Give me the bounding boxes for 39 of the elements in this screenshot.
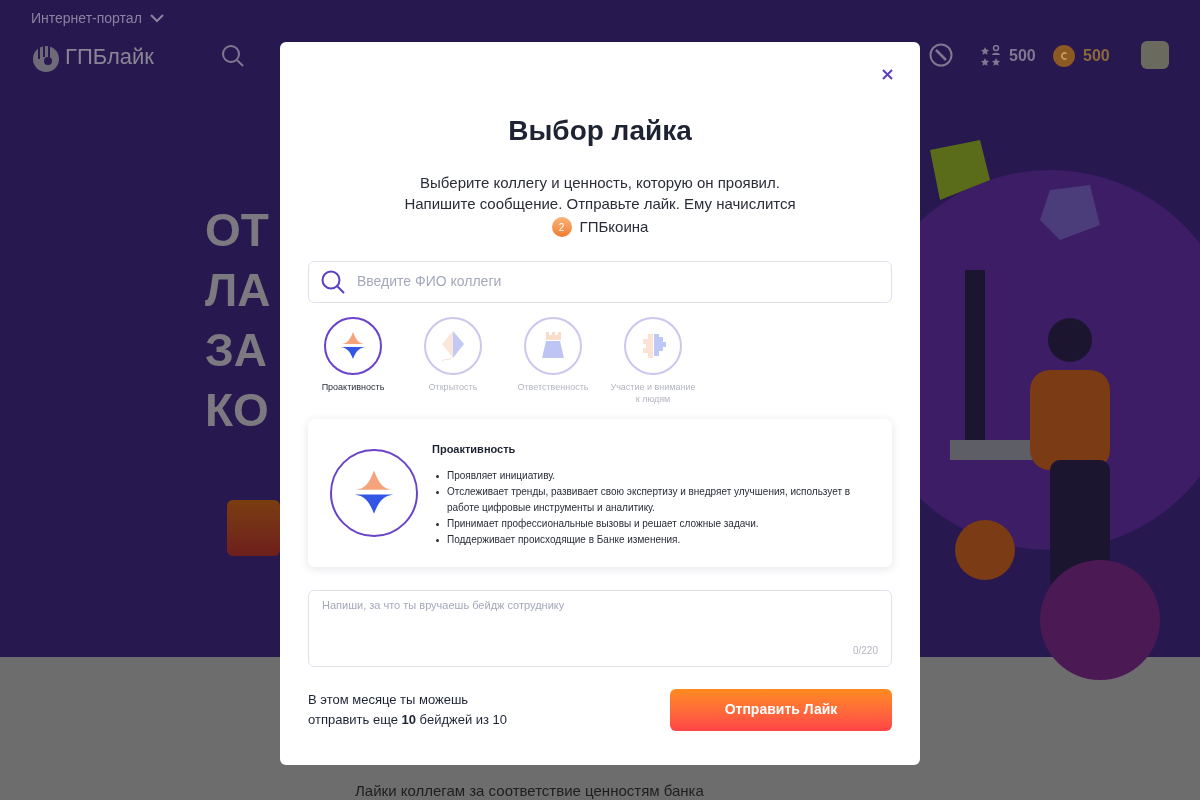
details-point: Отслеживает тренды, развивает свою экспертизу и внедряет улучшения, использует в работе цифровые инструменты и аналитику. [447,485,852,515]
logo-text: ГПБлайк [65,43,154,71]
hero-title-line: КО [205,383,270,438]
monthly-quota-text: В этом месяце ты можешь отправить еще 10 бейджей из 10 [308,690,509,729]
value-option[interactable]: Ответственность [508,316,598,405]
value-option[interactable]: Проактивность [308,316,398,405]
send-like-button[interactable]: Отправить Лайк [670,688,892,731]
coin-label: ГПБкоина [579,217,649,237]
value-option[interactable]: Открытость [408,316,498,405]
hero-title-line: ЛА [205,263,271,318]
stars-count: 500 [1009,46,1036,66]
value-option[interactable]: Участие и внимание к людям [608,316,698,405]
portal-menu[interactable]: Интернет-портал [31,8,164,29]
coin-icon [1053,45,1075,67]
character-counter: 0/220 [852,643,878,658]
modal-description: Выберите коллегу и ценность, которую он проявил. Напишите сообщение. Отправьте лайк. Ему начислится [403,173,797,214]
bullet-icon [436,491,439,494]
stars-person-icon [981,45,1001,67]
hero-title-line: ЗА [205,323,269,378]
search-field[interactable]: Введите ФИО коллеги [308,260,892,303]
bullet-icon [436,539,439,542]
details-point: Проявляет инициативу. [447,469,557,483]
details-point: Поддерживает происходящие в Банке изменения. [447,533,682,547]
details-point: Принимает профессиональные вызовы и решает сложные задачи. [447,517,760,531]
search-input[interactable]: Введите ФИО коллеги [357,271,879,292]
coins-count: 500 [1083,46,1110,66]
message-field[interactable]: Напиши, за что ты вручаешь бейдж сотруднику 0/220 [308,589,892,667]
bullet-icon [436,475,439,478]
hero-title-line: ОТ [205,203,270,258]
modal-title: Выбор лайка [507,114,693,148]
coin-badge: 2 [551,217,572,238]
search-icon [321,269,345,294]
details-title: Проактивность [432,441,517,457]
section-subtitle: Лайки коллегам за соответствие ценностям банка [355,783,704,798]
avatar[interactable] [1141,41,1169,69]
bullet-icon [436,523,439,526]
search-icon[interactable] [221,44,244,67]
chevron-down-icon [149,14,164,23]
close-icon[interactable] [882,69,893,80]
